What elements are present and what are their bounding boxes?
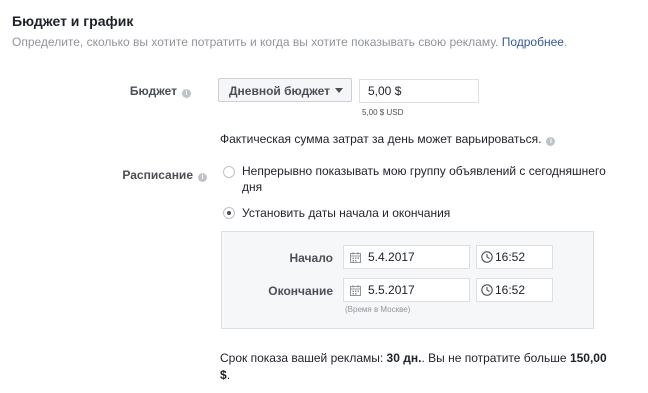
schedule-label: Расписание <box>122 168 193 182</box>
chevron-down-icon <box>335 88 343 93</box>
start-time-value: 16:52 <box>495 250 526 264</box>
schedule-dates-panel: Начало 5.4.2017 16:52 Окончание 5.5.2017 <box>221 231 594 329</box>
info-icon[interactable]: i <box>546 137 556 146</box>
start-time-input[interactable]: 16:52 <box>476 245 553 269</box>
calendar-icon <box>350 285 361 296</box>
calendar-icon <box>350 252 361 263</box>
section-subtitle: Определите, сколько вы хотите потратить … <box>12 35 567 49</box>
budget-type-value: Дневной бюджет <box>229 84 330 98</box>
summary-line2: $. <box>220 368 230 382</box>
end-date-input[interactable]: 5.5.2017 <box>343 278 470 302</box>
budget-variation-text: Фактическая сумма затрат за день может в… <box>220 132 542 146</box>
summary-currency: $ <box>220 368 227 382</box>
summary-line1: Срок показа вашей рекламы: 30 дн.. Вы не… <box>220 351 607 365</box>
end-time-input[interactable]: 16:52 <box>476 278 553 302</box>
section-title: Бюджет и график <box>12 13 134 29</box>
subtitle-period: . <box>563 35 568 49</box>
summary-amount: 150,00 <box>569 351 607 365</box>
start-date-value: 5.4.2017 <box>368 250 415 264</box>
radio-set-dates[interactable] <box>223 207 235 219</box>
option-continuous-line1: Непрерывно показывать мою группу объявле… <box>242 164 606 178</box>
option-set-dates: Установить даты начала и окончания <box>242 206 451 220</box>
end-date-value: 5.5.2017 <box>368 283 415 297</box>
start-label: Начало <box>289 251 333 265</box>
budget-label: Бюджет <box>129 84 177 98</box>
budget-type-dropdown[interactable]: Дневной бюджет <box>218 78 352 102</box>
summary-period: . <box>226 368 231 382</box>
radio-continuous[interactable] <box>223 166 235 178</box>
clock-icon <box>481 251 493 263</box>
budget-usd-note: 5,00 $ USD <box>362 108 404 117</box>
info-icon[interactable]: i <box>182 89 191 98</box>
subtitle-text: Определите, сколько вы хотите потратить … <box>12 35 499 49</box>
clock-icon <box>481 284 493 296</box>
budget-variation-note: Фактическая сумма затрат за день может в… <box>220 132 556 146</box>
learn-more-link[interactable]: Подробнее <box>502 35 564 49</box>
start-date-input[interactable]: 5.4.2017 <box>343 245 470 269</box>
option-continuous-line2: дня <box>242 180 263 194</box>
summary-duration: 30 дн. <box>386 351 422 365</box>
summary-text-1: Срок показа вашей рекламы: <box>220 351 387 365</box>
timezone-note: (Время в Москве) <box>345 305 411 314</box>
end-label: Окончание <box>268 284 333 298</box>
schedule-label-group: Расписание i <box>122 168 207 182</box>
budget-label-group: Бюджет i <box>130 84 191 98</box>
budget-amount-input[interactable]: 5,00 $ <box>359 79 479 103</box>
info-icon[interactable]: i <box>198 173 207 182</box>
end-time-value: 16:52 <box>495 283 526 297</box>
summary-text-2: . Вы не потратите больше <box>421 351 570 365</box>
